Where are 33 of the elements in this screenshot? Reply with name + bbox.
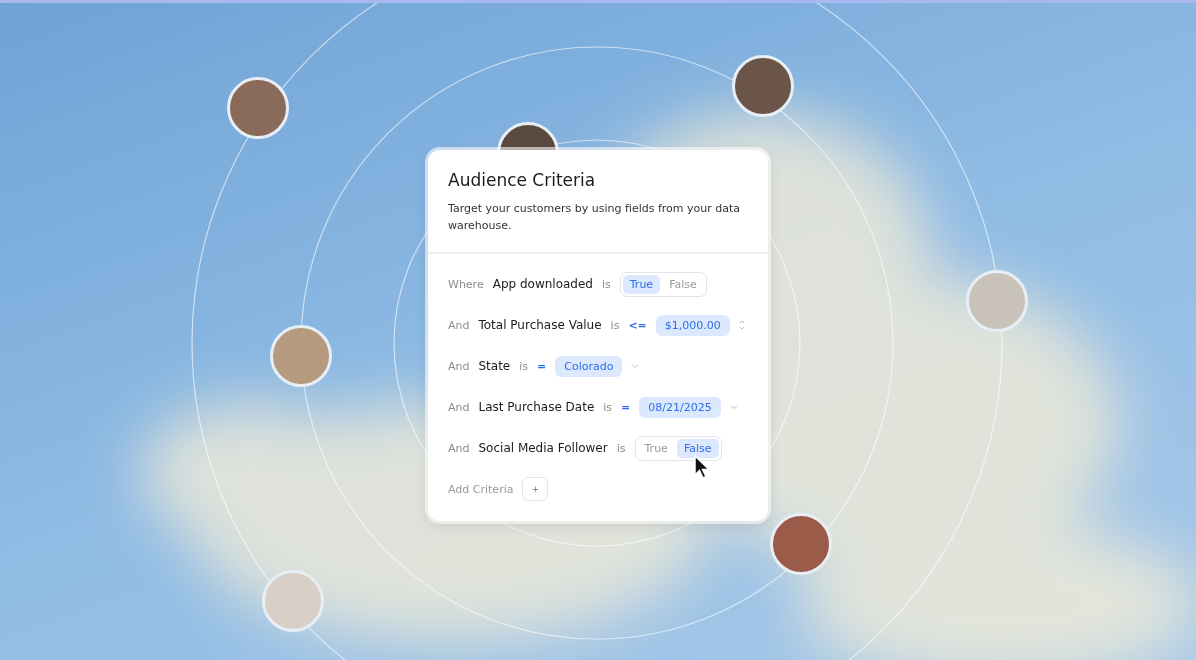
- conjunction-label: Where: [448, 277, 484, 291]
- verb-label: is: [616, 441, 626, 455]
- conjunction-label: And: [448, 318, 470, 332]
- chevron-icon: [729, 404, 738, 410]
- stepper-icon[interactable]: [738, 319, 745, 331]
- toggle-option[interactable]: True: [622, 274, 661, 294]
- field-name: Social Media Follower: [478, 441, 608, 455]
- conjunction-label: And: [448, 400, 470, 414]
- verb-label: is: [610, 318, 620, 332]
- verb-label: is: [601, 277, 611, 291]
- field-name: App downloaded: [492, 277, 593, 291]
- conjunction-label: And: [448, 359, 470, 373]
- verb-label: is: [603, 400, 613, 414]
- conjunction-label: And: [448, 441, 470, 455]
- field-name: State: [478, 359, 511, 373]
- toggle-option[interactable]: False: [676, 438, 719, 458]
- field-name: Last Purchase Date: [478, 400, 595, 414]
- avatar: [227, 77, 289, 139]
- card-title: Audience Criteria: [448, 170, 597, 190]
- card-description: Target your customers by using fields from your data warehouse.: [448, 201, 742, 234]
- toggle-option[interactable]: True: [637, 438, 675, 458]
- value-field[interactable]: $1,000.00: [655, 314, 730, 336]
- value-dropdown[interactable]: 08/21/2025: [639, 396, 721, 418]
- add-button[interactable]: +: [522, 477, 549, 501]
- operator-label: =: [537, 359, 547, 373]
- verb-label: is: [519, 359, 529, 373]
- toggle-option[interactable]: False: [662, 274, 704, 294]
- operator-label: <=: [628, 318, 647, 332]
- operator-label: =: [621, 400, 631, 414]
- field-name: Total Purchase Value: [478, 318, 602, 332]
- add-criteria-label: Add Criteria: [448, 482, 514, 496]
- value-dropdown[interactable]: Colorado: [555, 355, 623, 377]
- chevron-icon: [631, 363, 640, 369]
